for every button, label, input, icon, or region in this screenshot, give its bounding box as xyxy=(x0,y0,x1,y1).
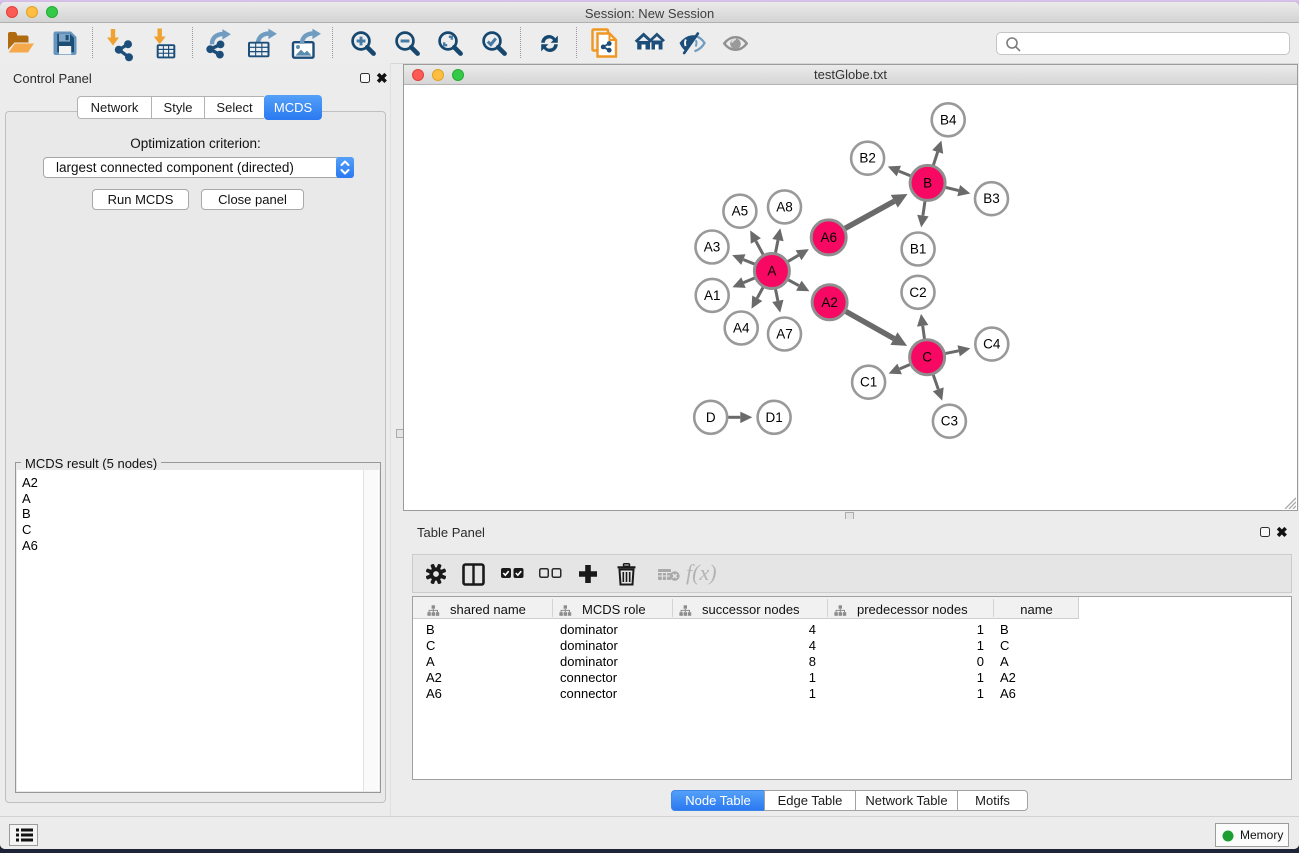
svg-text:B4: B4 xyxy=(940,112,957,127)
svg-text:D1: D1 xyxy=(765,410,782,425)
svg-text:B2: B2 xyxy=(859,151,876,166)
svg-text:C1: C1 xyxy=(860,375,877,390)
svg-text:A: A xyxy=(767,264,776,279)
svg-text:B: B xyxy=(923,175,932,190)
svg-text:A7: A7 xyxy=(776,327,793,342)
svg-text:A3: A3 xyxy=(704,240,721,255)
svg-text:C2: C2 xyxy=(909,285,926,300)
svg-text:C: C xyxy=(922,350,932,365)
svg-text:D: D xyxy=(706,410,716,425)
svg-text:A6: A6 xyxy=(820,230,837,245)
svg-text:A8: A8 xyxy=(776,199,793,214)
svg-text:A2: A2 xyxy=(821,295,838,310)
svg-text:B3: B3 xyxy=(983,191,1000,206)
svg-text:A1: A1 xyxy=(704,288,721,303)
svg-text:B1: B1 xyxy=(910,242,927,257)
svg-text:A4: A4 xyxy=(733,321,750,336)
svg-text:A5: A5 xyxy=(732,204,749,219)
svg-text:C3: C3 xyxy=(941,414,958,429)
svg-text:C4: C4 xyxy=(983,337,1001,352)
